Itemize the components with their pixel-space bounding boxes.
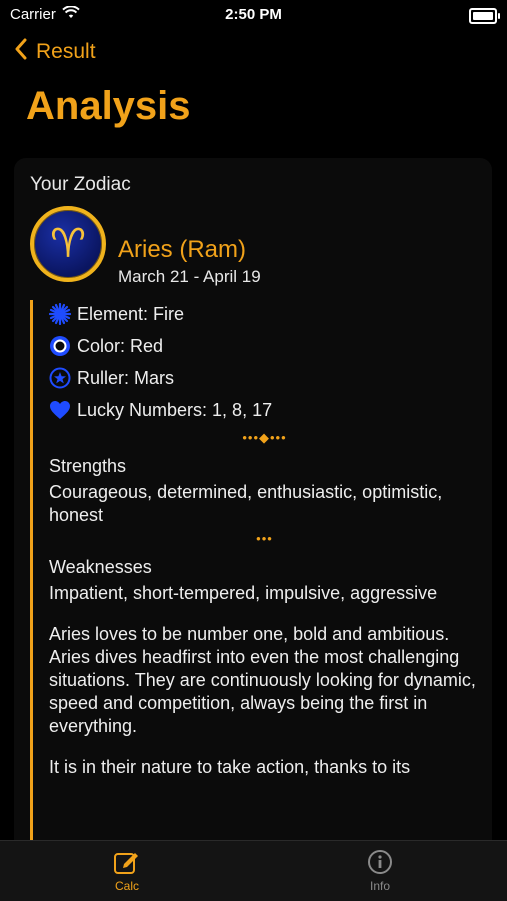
dots-divider: ••• (256, 531, 273, 546)
property-label: Color: Red (77, 335, 164, 356)
sign-symbol: ♈ (50, 222, 86, 266)
description-paragraph-2: It is in their nature to take action, th… (49, 757, 411, 777)
property-element: Element: Fire (49, 298, 480, 330)
weaknesses-title: Weaknesses (49, 557, 152, 577)
tab-bar: Calc Info (0, 840, 507, 901)
weaknesses-text: Impatient, short-tempered, impulsive, ag… (49, 583, 438, 603)
property-label: Element: Fire (77, 303, 185, 324)
properties-list: Element: Fire Color: Red Ruller: Mars Lu… (49, 298, 480, 426)
zodiac-card: Your Zodiac ♈ Aries (Ram) March 21 - Apr… (14, 158, 492, 858)
sign-name: Aries (Ram) (118, 236, 247, 263)
strengths-title: Strengths (49, 456, 127, 476)
card-heading: Your Zodiac (30, 174, 131, 195)
tab-label: Calc (114, 879, 139, 893)
heart-icon (49, 399, 71, 421)
property-label: Lucky Numbers: 1, 8, 17 (77, 399, 273, 420)
battery-icon (469, 8, 500, 24)
info-icon (340, 849, 420, 875)
tab-info[interactable]: Info (340, 849, 420, 893)
circle-icon (49, 335, 71, 357)
property-color: Color: Red (49, 330, 480, 362)
star-circle-icon (49, 367, 71, 389)
sparkle-icon (49, 303, 71, 325)
strengths-text: Courageous, determined, enthusiastic, op… (49, 482, 443, 525)
property-label: Ruller: Mars (77, 367, 175, 388)
back-button[interactable]: Result (14, 38, 96, 66)
sign-dates: March 21 - April 19 (118, 267, 261, 286)
tab-label: Info (369, 879, 390, 893)
status-time: 2:50 PM (225, 6, 282, 23)
property-lucky-numbers: Lucky Numbers: 1, 8, 17 (49, 394, 480, 426)
page-title: Analysis (26, 84, 191, 128)
status-bar: Carrier 2:50 PM (0, 0, 507, 30)
chevron-left-icon (14, 38, 28, 66)
details-panel: Element: Fire Color: Red Ruller: Mars Lu… (30, 300, 480, 858)
back-label: Result (36, 40, 96, 63)
edit-icon (87, 849, 167, 875)
description-paragraph: Aries loves to be number one, bold and a… (49, 624, 476, 736)
ornament-divider: •••◆••• (242, 430, 287, 445)
tab-calc[interactable]: Calc (87, 849, 167, 893)
property-ruler: Ruller: Mars (49, 362, 480, 394)
aries-symbol-icon: ♈ (30, 206, 106, 282)
